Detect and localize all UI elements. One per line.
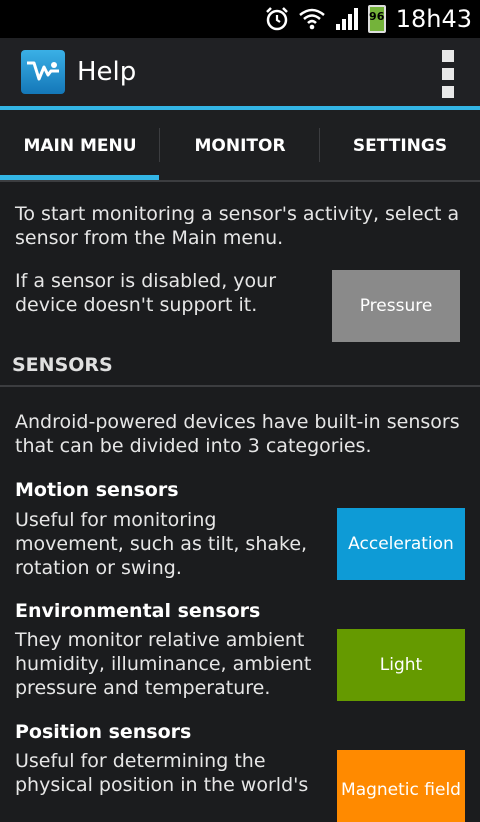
tab-label: MAIN MENU xyxy=(23,136,137,156)
signal-icon xyxy=(334,6,360,32)
category-description: They monitor relative ambient humidity, … xyxy=(15,629,312,699)
tab-settings[interactable]: SETTINGS xyxy=(320,110,480,182)
intro-text: To start monitoring a sensor's activity,… xyxy=(15,203,460,249)
light-button[interactable]: Light xyxy=(337,629,465,701)
disabled-note: If a sensor is disabled, your device doe… xyxy=(15,270,277,316)
tab-label: MONITOR xyxy=(194,136,286,156)
section-header: SENSORS xyxy=(12,354,113,376)
wifi-icon xyxy=(298,6,326,32)
action-bar: Help xyxy=(0,38,480,106)
overflow-menu-icon[interactable] xyxy=(442,50,456,104)
alarm-icon xyxy=(264,6,290,32)
battery-level: 96 xyxy=(367,5,386,33)
category-title: Environmental sensors xyxy=(15,600,261,622)
sensors-intro: Android-powered devices have built-in se… xyxy=(15,411,460,457)
category-description: Useful for determining the physical posi… xyxy=(15,750,309,796)
tab-label: SETTINGS xyxy=(352,136,448,156)
category-description: Useful for monitoring movement, such as … xyxy=(15,509,308,579)
category-title: Position sensors xyxy=(15,721,192,743)
page-title: Help xyxy=(77,57,137,87)
status-bar: 96 18h43 xyxy=(0,0,480,38)
clock: 18h43 xyxy=(395,5,472,33)
acceleration-button[interactable]: Acceleration xyxy=(337,508,465,580)
category-title: Motion sensors xyxy=(15,479,179,501)
battery-icon: 96 xyxy=(367,5,386,33)
help-content: To start monitoring a sensor's activity,… xyxy=(0,182,480,822)
pressure-button[interactable]: Pressure xyxy=(332,270,460,342)
tab-main-menu[interactable]: MAIN MENU xyxy=(0,110,160,182)
magnetic-field-button[interactable]: Magnetic field xyxy=(337,750,465,822)
section-divider xyxy=(0,385,480,387)
app-logo-icon[interactable] xyxy=(21,50,65,94)
tab-monitor[interactable]: MONITOR xyxy=(160,110,320,182)
tab-bar: MAIN MENU MONITOR SETTINGS xyxy=(0,110,480,182)
